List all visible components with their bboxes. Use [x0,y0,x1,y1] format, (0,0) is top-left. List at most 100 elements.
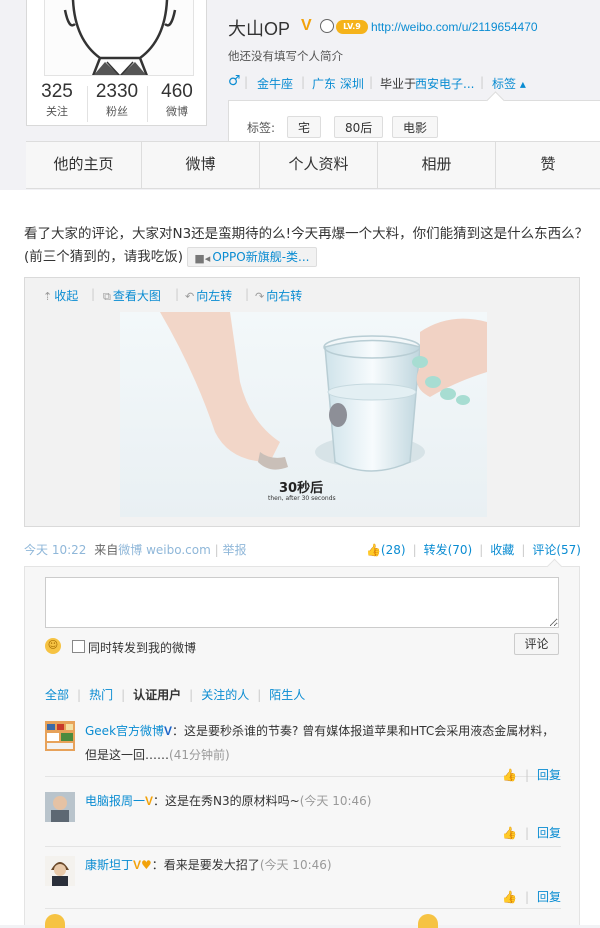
rotate-left-label: 向左转 [196,289,233,303]
reply-button[interactable]: 回复 [537,890,561,904]
thumbs-up-icon[interactable]: 👍 [502,890,517,904]
expand-icon: ⧉ [103,290,111,303]
comment-button[interactable]: 评论(57) [532,543,581,557]
post-time[interactable]: 今天 10:22 [24,543,86,557]
divider: | [91,287,96,301]
reply-button[interactable]: 回复 [537,768,561,782]
verified-v-icon[interactable]: V [145,794,153,808]
tab-album[interactable]: 相册 [378,142,496,188]
comment-input[interactable] [45,577,559,628]
verified-v-icon[interactable]: V [164,724,172,738]
divider: | [412,543,417,557]
photo-caption-en: then, after 30 seconds [268,495,336,502]
tab-likes[interactable]: 赞 [496,142,600,188]
collapse-button[interactable]: ⇡ 收起 [43,287,78,304]
divider: | [214,543,219,557]
post-meta: 今天 10:22 来自微博 weibo.com | 举报 [24,541,247,558]
like-button[interactable]: 👍(28) [366,543,406,557]
divider: | [301,75,306,89]
forward-button[interactable]: 转发(70) [424,543,473,557]
favorite-button[interactable]: 收藏 [490,543,514,557]
profile-url[interactable]: http://weibo.com/u/2119654470 [371,20,538,34]
tab-profile-info[interactable]: 个人资料 [260,142,378,188]
post-actions: 👍(28) | 转发(70) | 收藏 | 评论(57) [366,541,581,558]
avatar[interactable] [45,721,75,751]
stat-posts-count: 460 [161,81,193,102]
commenter-name[interactable]: Geek官方微博 [85,724,164,738]
divider: | [479,543,484,557]
profile-name: 大山OP [228,19,291,39]
tag-item[interactable]: 80后 [334,116,384,138]
profile-bio: 他还没有填写个人简介 [228,49,343,63]
commenter-name[interactable]: 电脑报周一 [85,794,145,808]
tag-item[interactable]: 电影 [392,116,439,138]
forward-checkbox-label: 同时转发到我的微博 [88,641,197,655]
stat-following-label: 关注 [46,105,68,118]
thumbs-up-icon: 👍 [365,543,381,557]
stat-followers-count: 2330 [95,81,139,102]
rotate-right-button[interactable]: ↷ 向右转 [255,287,302,304]
tab-home[interactable]: 他的主页 [26,142,142,188]
avatar[interactable] [45,792,75,822]
divider: | [245,287,250,301]
avatar[interactable] [44,0,194,76]
tag-item[interactable]: 宅 [287,116,322,138]
comment-filters: 全部 | 热门 | 认证用户 | 关注的人 | 陌生人 [45,686,305,703]
thumbs-up-icon[interactable]: 👍 [502,768,517,782]
comment-actions: 👍 | 回复 [502,824,561,841]
video-link[interactable]: ■◂ OPPO新旗舰-类... [187,247,318,267]
divider: | [524,826,529,840]
photo-caption: 30秒后 [279,481,324,496]
filter-all[interactable]: 全部 [45,688,69,702]
comment-body: ：这是在秀N3的原材料吗~ [153,794,300,808]
submit-comment-button[interactable]: 评论 [514,633,559,655]
media-box: ⇡ 收起 | ⧉ 查看大图 | ↶ 向左转 | ↷ 向右转 30秒后 then,… [24,277,580,527]
divider: | [480,75,485,89]
divider: | [121,688,126,702]
avatar[interactable] [45,914,65,928]
tags-label: 标签: [247,121,276,135]
level-badge[interactable]: LV.9 [336,20,368,34]
divider: | [257,688,262,702]
stat-following[interactable]: 325 关注 [27,80,87,120]
thumbs-up-icon[interactable]: 👍 [502,826,517,840]
post-text: 看了大家的评论，大家对N3还是蛮期待的么!今天再爆一个大料，你们能猜到这是什么东… [24,223,589,269]
comment-actions: 👍 | 回复 [502,888,561,905]
filter-verified[interactable]: 认证用户 [133,688,181,702]
divider: | [521,543,526,557]
divider: | [369,75,374,89]
reply-button[interactable]: 回复 [537,826,561,840]
verified-v-icon[interactable]: V [301,18,317,34]
source-link[interactable]: 微博 weibo.com [118,543,211,557]
forward-checkbox[interactable] [72,640,85,653]
comment-time: (今天 10:46) [299,794,372,808]
rotate-left-button[interactable]: ↶ 向左转 [185,287,232,304]
zodiac-link[interactable]: 金牛座 [257,75,293,92]
comment-text: 康斯坦丁V♥：看来是要发大招了(今天 10:46) [85,853,563,877]
commenter-name[interactable]: 康斯坦丁 [85,858,133,872]
filter-hot[interactable]: 热门 [89,688,113,702]
stat-followers[interactable]: 2330 粉丝 [87,80,147,120]
report-link[interactable]: 举报 [223,543,247,557]
comment-text: Geek官方微博V：这是要秒杀谁的节奏? 曾有媒体报道苹果和HTC会采用液态金属… [85,719,563,767]
medal-icon[interactable] [320,19,334,33]
stat-followers-label: 粉丝 [106,105,128,118]
location-link[interactable]: 广东 深圳 [312,75,364,92]
post-photo[interactable]: 30秒后 then, after 30 seconds [120,312,487,517]
trophy-icon[interactable]: ♥ [141,858,152,872]
stat-posts[interactable]: 460 微博 [147,80,207,120]
filter-strangers[interactable]: 陌生人 [269,688,305,702]
school-link[interactable]: 西安电子... [415,75,474,92]
stat-following-count: 325 [41,81,73,102]
filter-following[interactable]: 关注的人 [201,688,249,702]
tab-weibo[interactable]: 微博 [142,142,260,188]
avatar[interactable] [45,856,75,886]
comment-panel: ☺ 同时转发到我的微博 评论 全部 | 热门 | 认证用户 | 关注的人 | 陌生人 Geek官… [24,566,580,925]
stat-posts-label: 微博 [166,105,188,118]
emoji-icon[interactable]: ☺ [45,638,61,654]
view-large-label: 查看大图 [112,289,161,303]
view-large-button[interactable]: ⧉ 查看大图 [103,287,161,304]
verified-v-icon[interactable]: V [133,858,141,872]
arrow-up-icon: ⇡ [43,290,53,303]
tags-toggle[interactable]: 标签 ▴ [492,75,526,92]
